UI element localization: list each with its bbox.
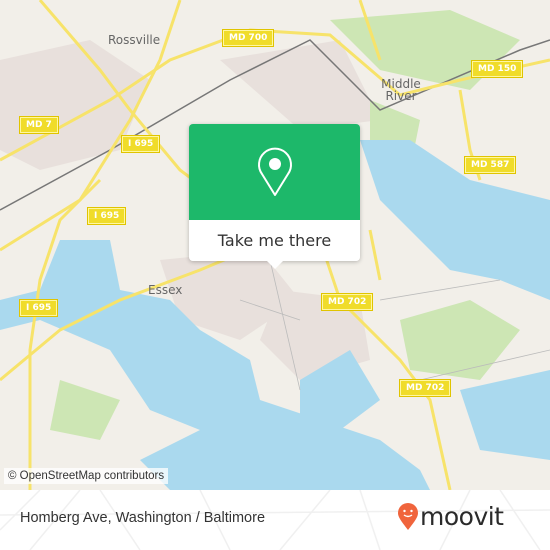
route-shield-md150: MD 150	[470, 60, 524, 78]
moovit-logo[interactable]: moovit	[398, 502, 504, 531]
park-area	[400, 300, 520, 380]
footer: Homberg Ave, Washington / Baltimore moov…	[0, 490, 550, 550]
moovit-wordmark: moovit	[420, 502, 504, 531]
location-title: Homberg Ave, Washington / Baltimore	[20, 510, 266, 526]
popup-pointer	[266, 260, 284, 269]
route-shield-md702: MD 702	[398, 379, 452, 397]
take-me-there-button[interactable]: Take me there	[189, 220, 360, 261]
moovit-pin-icon	[398, 502, 418, 530]
route-shield-i695: I 695	[120, 135, 161, 153]
route-shield-md587: MD 587	[463, 156, 517, 174]
water-body	[460, 370, 550, 460]
map-attribution[interactable]: © OpenStreetMap contributors	[4, 468, 169, 484]
route-shield-i695: I 695	[18, 299, 59, 317]
take-me-there-popup[interactable]: Take me there	[189, 124, 360, 269]
route-shield-md700: MD 700	[221, 29, 275, 47]
route-shield-i695: I 695	[86, 207, 127, 225]
popup-header	[189, 124, 360, 220]
park-area	[50, 380, 120, 440]
route-shield-md7: MD 7	[19, 116, 59, 134]
map[interactable]: Rossville Middle River Essex MD 700 MD 1…	[0, 0, 550, 490]
route-shield-md702: MD 702	[320, 293, 374, 311]
map-pin-icon	[257, 147, 292, 196]
place-label-rossville: Rossville	[108, 33, 161, 47]
place-label-middle-river: Middle River	[381, 77, 421, 103]
water-body	[360, 140, 550, 300]
place-label-essex: Essex	[148, 283, 183, 297]
